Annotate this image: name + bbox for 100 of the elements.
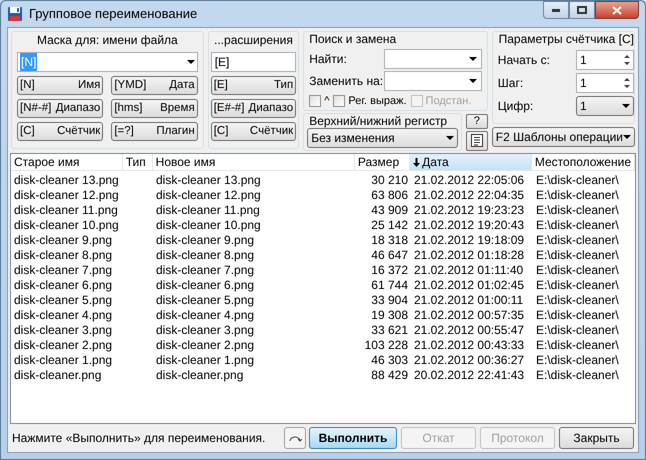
extension-field[interactable]: [E] xyxy=(210,52,296,72)
document-icon xyxy=(470,134,483,147)
table-cell-text: E:\disk-cleaner\ xyxy=(535,248,620,263)
table-cell-text: disk-cleaner 10.png xyxy=(13,218,120,233)
table-cell-text: E:\disk-cleaner\ xyxy=(535,263,620,278)
table-cell-text: disk-cleaner 3.png xyxy=(155,323,256,338)
table-cell-text: 19 308 xyxy=(370,308,409,323)
close-icon xyxy=(612,6,622,14)
table-cell-text: E:\disk-cleaner\ xyxy=(535,218,620,233)
digits-value: 1 xyxy=(580,98,588,115)
table-cell-text: 21.02.2012 00:43:33 xyxy=(413,338,526,353)
insert-button[interactable]: [=?] Плагин xyxy=(111,122,198,141)
table-cell-text: 21.02.2012 22:04:35 xyxy=(413,188,526,203)
insert-button[interactable]: [N#-#] Диапазо xyxy=(17,99,104,118)
insert-button[interactable]: [E] Тип xyxy=(210,76,296,95)
digits-combobox[interactable]: 1 xyxy=(576,96,634,116)
start-label: Начать с: xyxy=(498,52,550,69)
table-cell-text: 18 318 xyxy=(370,233,409,248)
table-cell-text: E:\disk-cleaner\ xyxy=(535,353,620,368)
dropdown-arrow-icon xyxy=(622,104,630,108)
case-combobox[interactable]: Без изменения xyxy=(307,128,458,148)
find-label: Найти: xyxy=(309,51,347,68)
table-cell-text: disk-cleaner 13.png xyxy=(13,173,120,188)
table-cell-text: E:\disk-cleaner\ xyxy=(535,308,620,323)
step-label: Шаг: xyxy=(498,75,524,92)
table-cell-text: disk-cleaner 6.png xyxy=(155,278,256,293)
table-cell-text: disk-cleaner.png xyxy=(13,368,102,383)
maximize-icon xyxy=(577,6,587,14)
action-button[interactable]: Закрыть xyxy=(559,427,634,449)
templates-combobox[interactable]: F2 Шаблоны операции xyxy=(492,127,636,147)
action-button[interactable]: Выполнить xyxy=(309,427,397,449)
table-cell-text: 61 744 xyxy=(370,278,409,293)
insert-button[interactable]: [C] Счётчик xyxy=(17,122,104,141)
table-cell-text: E:\disk-cleaner\ xyxy=(535,173,620,188)
start-spinbox[interactable]: 1 xyxy=(576,50,634,70)
table-cell-text: disk-cleaner 6.png xyxy=(13,278,114,293)
table-cell-text: disk-cleaner 5.png xyxy=(155,293,256,308)
column-header[interactable]: Новое имя xyxy=(152,154,356,170)
table-cell-text: disk-cleaner 11.png xyxy=(13,203,119,218)
table-cell-text: 20.02.2012 22:41:43 xyxy=(413,368,526,383)
group-title: ...расширения xyxy=(214,32,293,48)
table-cell-text: E:\disk-cleaner\ xyxy=(535,368,620,383)
column-header[interactable]: Дата xyxy=(410,154,532,170)
insert-button[interactable]: [C] Счётчик xyxy=(210,122,296,141)
insert-button[interactable]: [E#-#] Диапазо xyxy=(210,99,296,118)
column-header[interactable]: Местоположение xyxy=(532,154,635,170)
table-cell-text: disk-cleaner 7.png xyxy=(13,263,114,278)
table-cell-text: E:\disk-cleaner\ xyxy=(535,323,620,338)
group-title: Верхний/нижний регистр xyxy=(308,114,448,128)
step-value: 1 xyxy=(579,75,588,92)
table-cell-text: disk-cleaner 4.png xyxy=(13,308,114,323)
checkbox[interactable] xyxy=(309,95,322,108)
dropdown-arrow-icon xyxy=(186,60,195,64)
dropdown-arrow-icon xyxy=(468,57,477,61)
checkbox-label: ^ xyxy=(324,94,330,109)
table-cell-text: 46 303 xyxy=(370,353,409,368)
help-button[interactable]: ? xyxy=(466,114,488,128)
table-cell-text: 21.02.2012 00:57:35 xyxy=(413,308,526,323)
step-spinbox[interactable]: 1 xyxy=(576,73,634,93)
table-cell-text: disk-cleaner 1.png xyxy=(155,353,256,368)
close-button[interactable] xyxy=(595,1,639,19)
table-cell-text: 21.02.2012 01:02:45 xyxy=(413,278,526,293)
dropdown-arrow-icon xyxy=(446,136,454,140)
table-cell-text: 30 210 xyxy=(370,173,409,188)
table-cell-text: 103 228 xyxy=(364,338,409,353)
column-header[interactable]: Старое имя xyxy=(11,154,123,170)
table-cell-text: disk-cleaner 12.png xyxy=(13,188,120,203)
table-cell-text: 25 142 xyxy=(370,218,409,233)
insert-button[interactable]: [N] Имя xyxy=(17,76,104,95)
replace-label: Заменить на: xyxy=(309,73,384,90)
minimize-button[interactable] xyxy=(543,1,569,19)
table-cell-text: disk-cleaner 10.png xyxy=(155,218,262,233)
case-value: Без изменения xyxy=(311,130,395,146)
minimize-icon xyxy=(552,8,560,12)
table-cell-text: disk-cleaner 5.png xyxy=(13,293,114,308)
checkbox[interactable] xyxy=(333,95,346,108)
table-cell-text: disk-cleaner 1.png xyxy=(13,353,114,368)
table-cell-text: disk-cleaner 12.png xyxy=(155,188,262,203)
insert-button[interactable]: [YMD] Дата xyxy=(111,76,198,95)
start-value: 1 xyxy=(579,52,588,69)
refresh-button[interactable] xyxy=(284,427,306,449)
checkbox-label: Рег. выраж. xyxy=(348,94,407,109)
table-cell-text: 33 621 xyxy=(370,323,409,338)
list-button[interactable] xyxy=(466,130,488,150)
sort-down-arrow-icon xyxy=(413,158,420,166)
table-cell-text: E:\disk-cleaner\ xyxy=(535,233,620,248)
maximize-button[interactable] xyxy=(569,1,595,19)
table-cell-text: 21.02.2012 01:00:11 xyxy=(413,293,524,308)
table-cell-text: disk-cleaner 2.png xyxy=(13,338,114,353)
dropdown-arrow-icon xyxy=(468,79,477,83)
table-cell-text: 21.02.2012 19:23:23 xyxy=(413,203,526,218)
table-cell-text: disk-cleaner 8.png xyxy=(13,248,114,263)
digits-label: Цифр: xyxy=(498,98,534,115)
table-cell-text: E:\disk-cleaner\ xyxy=(535,203,620,218)
table-cell-text: 88 429 xyxy=(370,368,409,383)
column-header[interactable]: Тип xyxy=(122,154,153,170)
group-title: Поиск и замена xyxy=(309,32,398,47)
insert-button[interactable]: [hms] Время xyxy=(111,99,198,118)
group-title: Параметры счётчика [C] xyxy=(498,32,634,47)
table-cell-text: 33 904 xyxy=(370,293,409,308)
